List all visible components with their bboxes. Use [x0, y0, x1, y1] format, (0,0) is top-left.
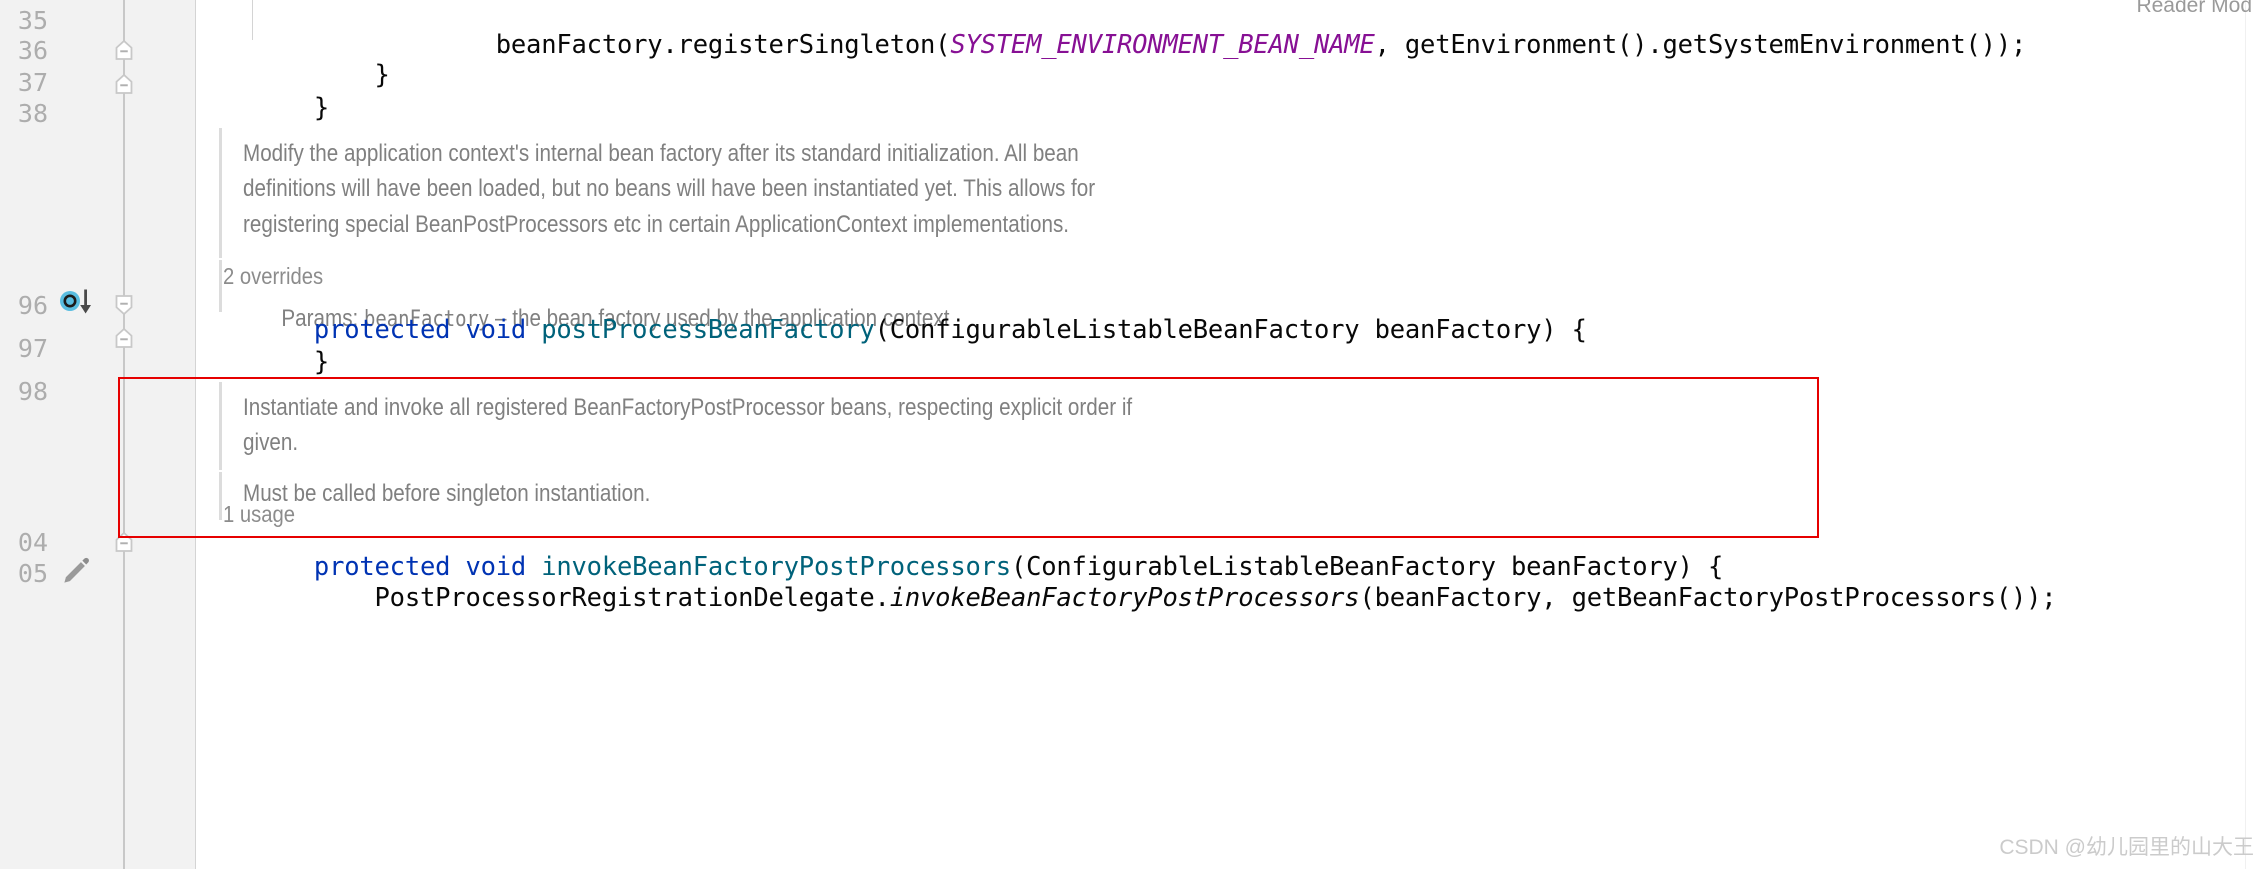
- code-token-params: (ConfigurableListableBeanFactory beanFac…: [874, 315, 1587, 345]
- code-token-brace: }: [313, 93, 330, 123]
- javadoc-line: definitions will have been loaded, but n…: [243, 175, 1096, 202]
- code-token-args: (beanFactory, getBeanFactoryPostProcesso…: [1359, 583, 2057, 613]
- line-number: 96: [17, 291, 48, 320]
- javadoc-block-1: [219, 128, 222, 258]
- fold-marker-collapse[interactable]: [112, 72, 136, 96]
- code-token-method-name: postProcessBeanFactory: [541, 315, 875, 345]
- javadoc-line: Must be called before singleton instanti…: [243, 480, 651, 507]
- indent-guide: [195, 118, 196, 428]
- line-number: 97: [17, 334, 48, 363]
- code-token-keyword-void: void: [465, 315, 527, 345]
- code-token-call: beanFactory.registerSingleton(: [495, 30, 951, 60]
- code-token-keyword-protected: protected: [313, 315, 451, 345]
- fold-marker-collapse[interactable]: [112, 530, 136, 554]
- fold-structure-line: [123, 555, 125, 869]
- indent-guide: [195, 0, 196, 118]
- code-line-37[interactable]: }: [223, 71, 329, 146]
- code-token-static-field: SYSTEM_ENVIRONMENT_BEAN_NAME: [950, 30, 1375, 60]
- error-stripe-scrollbar[interactable]: [2246, 0, 2268, 869]
- fold-marker-collapse[interactable]: [112, 293, 136, 317]
- indent-guide: [195, 428, 196, 869]
- line-number: 05: [17, 559, 48, 588]
- javadoc-line: Instantiate and invoke all registered Be…: [243, 394, 1133, 421]
- inlay-hint-usage[interactable]: 1 usage: [223, 503, 295, 526]
- javadoc-line: registering special BeanPostProcessors e…: [243, 211, 1070, 238]
- overridden-method-icon[interactable]: [58, 288, 94, 314]
- code-token-brace: }: [313, 347, 330, 377]
- code-token-args: , getEnvironment().getSystemEnvironment(…: [1374, 30, 2027, 60]
- code-content-area[interactable]: beanFactory.registerSingleton(SYSTEM_ENV…: [195, 0, 2268, 869]
- fold-structure-line: [123, 118, 125, 428]
- editor-gutter[interactable]: 35 36 37 38 96 97 98 04 05: [0, 0, 195, 869]
- code-editor[interactable]: 35 36 37 38 96 97 98 04 05 beanFactory.r…: [0, 0, 2268, 869]
- code-line-97[interactable]: }: [223, 325, 329, 400]
- fold-marker-collapse[interactable]: [112, 38, 136, 62]
- line-number: 04: [17, 528, 48, 557]
- code-line-96[interactable]: protected void postProcessBeanFactory(Co…: [223, 293, 1587, 368]
- code-line-05[interactable]: PostProcessorRegistrationDelegate.invoke…: [223, 561, 2057, 636]
- javadoc-block-3: [219, 472, 222, 520]
- code-token-class-ref: PostProcessorRegistrationDelegate.: [374, 583, 890, 613]
- javadoc-block-2: [219, 382, 222, 470]
- pencil-edit-icon[interactable]: [58, 555, 94, 583]
- csdn-watermark: CSDN @幼儿园里的山大王: [1999, 836, 2254, 859]
- reader-mode-label[interactable]: Reader Mod: [2136, 0, 2252, 18]
- line-number: 98: [17, 377, 48, 406]
- line-number: 35: [17, 6, 48, 35]
- inlay-hint-overrides[interactable]: 2 overrides: [223, 265, 323, 288]
- fold-marker-collapse[interactable]: [112, 326, 136, 350]
- javadoc-line: given.: [243, 429, 299, 456]
- line-number: 38: [17, 99, 48, 128]
- line-number: 37: [17, 68, 48, 97]
- javadoc-params-block: [219, 260, 222, 312]
- line-number: 36: [17, 36, 48, 65]
- javadoc-line: Modify the application context's interna…: [243, 140, 1079, 167]
- code-token-static-method-call: invokeBeanFactoryPostProcessors: [889, 583, 1360, 613]
- code-line-35[interactable]: beanFactory.registerSingleton(SYSTEM_ENV…: [223, 8, 2027, 83]
- code-token-indent: [314, 583, 375, 613]
